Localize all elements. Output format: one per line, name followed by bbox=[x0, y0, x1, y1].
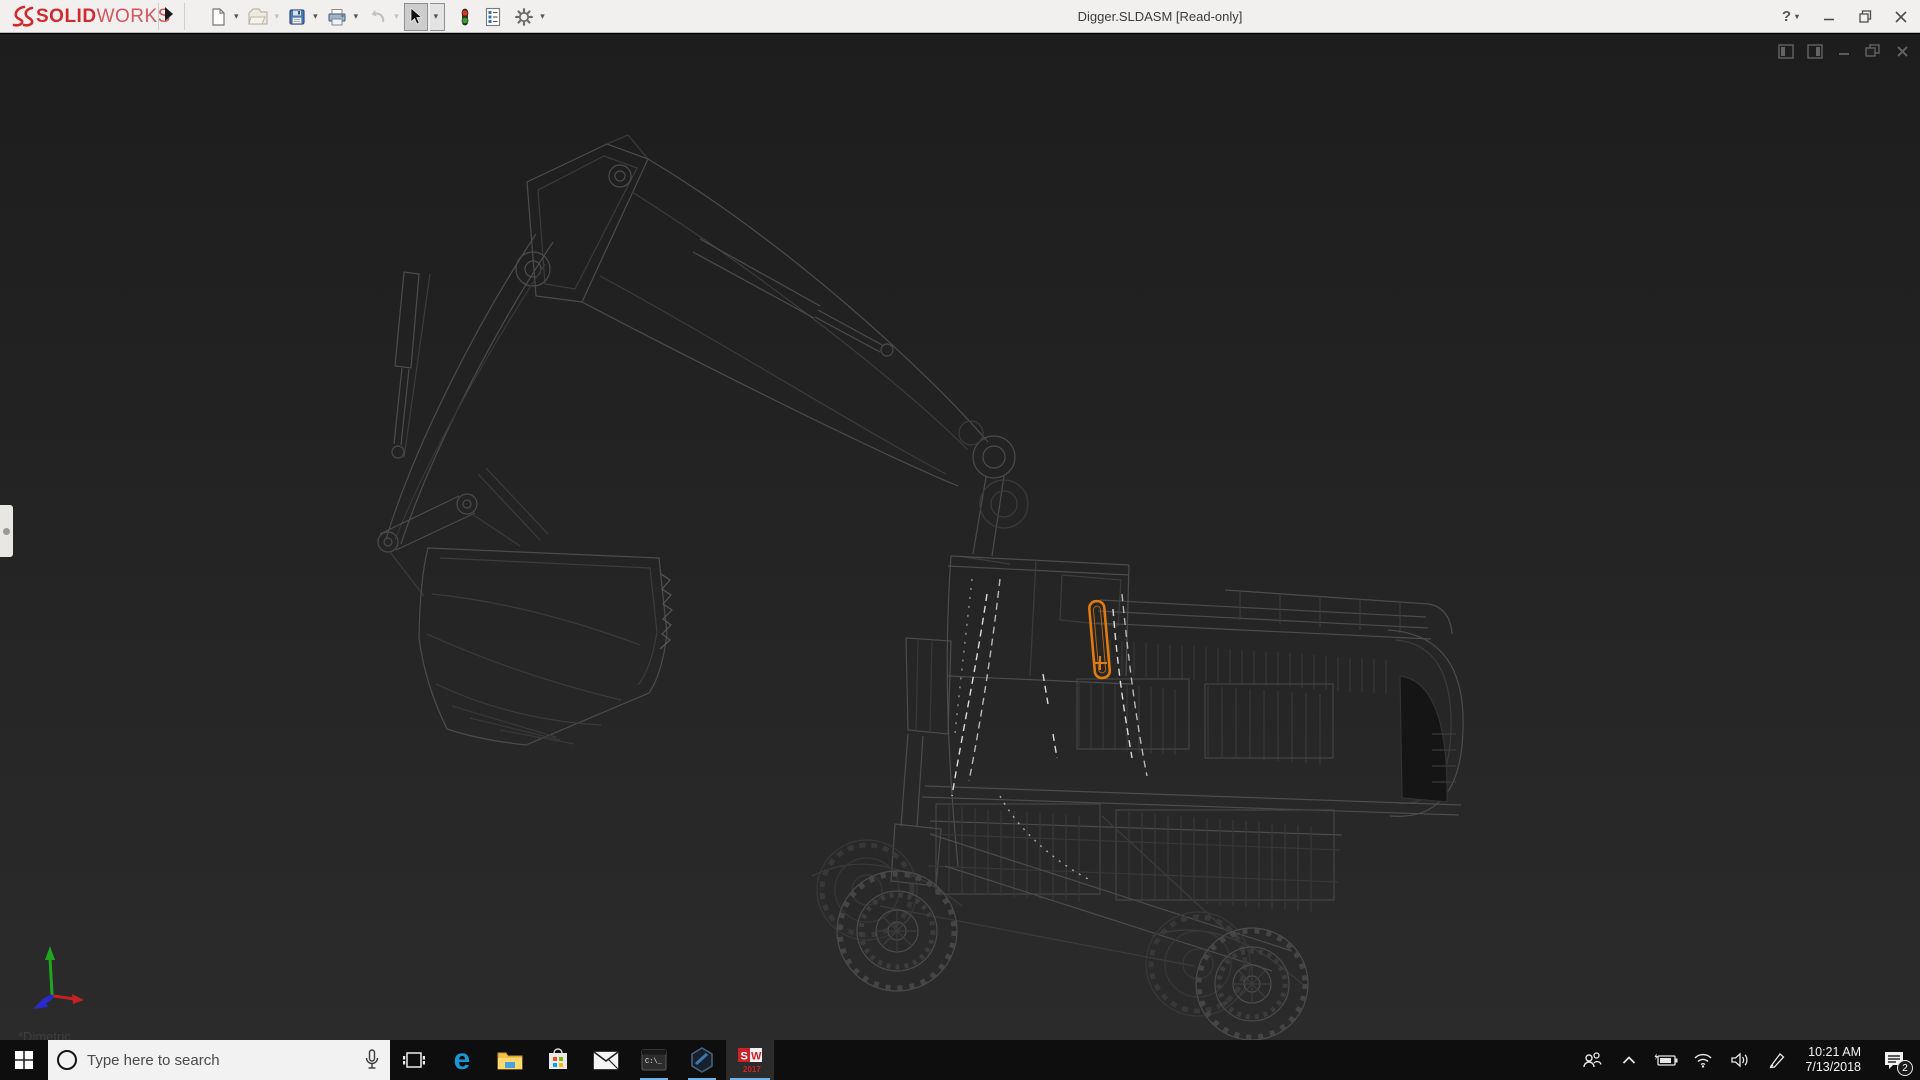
select-tool-dropdown[interactable]: ▾ bbox=[429, 2, 446, 31]
save-dropdown[interactable]: ▾ bbox=[312, 11, 321, 22]
wifi-icon bbox=[1694, 1053, 1712, 1068]
sw-year: 2017 bbox=[743, 1065, 761, 1074]
wireframe-digger-model[interactable] bbox=[0, 34, 1920, 1040]
gear-icon bbox=[515, 7, 534, 26]
notification-badge: 2 bbox=[1897, 1060, 1913, 1076]
volume-button[interactable] bbox=[1725, 1040, 1755, 1080]
print-dropdown[interactable]: ▾ bbox=[353, 11, 362, 22]
brand-works: WORKS bbox=[96, 5, 171, 27]
battery-charging-icon bbox=[1654, 1053, 1678, 1066]
file-explorer-button[interactable] bbox=[486, 1040, 534, 1080]
help-button[interactable]: ? ▾ bbox=[1778, 8, 1806, 25]
console-prompt-text: C:\_ bbox=[645, 1058, 663, 1066]
properties-list-icon bbox=[486, 7, 501, 26]
action-center-button[interactable]: 2 bbox=[1874, 1040, 1914, 1080]
system-tray: 10:21 AM 7/13/2018 2 bbox=[1577, 1040, 1920, 1080]
toolbar-expander-button[interactable] bbox=[163, 6, 177, 26]
hexagon-app-icon bbox=[691, 1047, 713, 1073]
microphone-icon[interactable] bbox=[364, 1049, 380, 1071]
edge-icon: e bbox=[453, 1043, 471, 1076]
chevron-down-icon: ▾ bbox=[1794, 12, 1799, 21]
pen-icon bbox=[1769, 1053, 1785, 1069]
titlebar: SOLID WORKS ▾ ▾ ▾ ▾ ▾ ▾ ▾ Digger.SLDASM … bbox=[0, 0, 1920, 33]
windows-taskbar: e C:\_ bbox=[0, 1040, 1920, 1080]
chevron-up-icon bbox=[1623, 1056, 1636, 1064]
mail-icon bbox=[593, 1050, 619, 1069]
hidden-icons-button[interactable] bbox=[1614, 1040, 1644, 1080]
select-tool-button[interactable] bbox=[403, 2, 428, 31]
task-view-button[interactable] bbox=[390, 1040, 438, 1080]
close-icon bbox=[1895, 10, 1907, 23]
traffic-light-icon bbox=[461, 8, 469, 25]
network-button[interactable] bbox=[1688, 1040, 1718, 1080]
close-button[interactable] bbox=[1888, 5, 1914, 29]
separator bbox=[184, 3, 185, 30]
open-folder-icon bbox=[247, 7, 268, 25]
windows-logo-icon bbox=[15, 1051, 33, 1069]
separator bbox=[158, 3, 159, 30]
y-axis-arrow bbox=[45, 946, 55, 960]
view-orientation-label: *Dimetric bbox=[18, 1029, 71, 1040]
window-controls: ? ▾ bbox=[1778, 0, 1914, 33]
open-button-disabled[interactable] bbox=[244, 3, 272, 31]
options-dropdown[interactable]: ▾ bbox=[539, 11, 548, 22]
rebuild-button[interactable] bbox=[455, 3, 475, 31]
command-prompt-button[interactable]: C:\_ bbox=[630, 1040, 678, 1080]
graphics-viewport[interactable]: *Dimetric bbox=[0, 34, 1920, 1040]
sw-letter-s: S bbox=[741, 1051, 748, 1063]
taskbar-search[interactable] bbox=[48, 1040, 390, 1080]
minimize-button[interactable] bbox=[1816, 5, 1842, 29]
print-button[interactable] bbox=[323, 3, 351, 31]
mail-button[interactable] bbox=[582, 1040, 630, 1080]
x-axis-arrow bbox=[72, 994, 84, 1004]
cortana-icon bbox=[57, 1050, 77, 1070]
print-icon bbox=[327, 8, 346, 25]
undo-arrow-icon bbox=[371, 9, 385, 22]
folder-icon bbox=[497, 1052, 523, 1070]
save-button[interactable] bbox=[284, 3, 310, 31]
sw-letter-w: W bbox=[751, 1051, 762, 1063]
start-button[interactable] bbox=[0, 1040, 48, 1080]
window-title: Digger.SLDASM [Read-only] bbox=[1077, 9, 1243, 24]
open-dropdown-disabled[interactable]: ▾ bbox=[274, 11, 283, 22]
console-icon: C:\_ bbox=[641, 1049, 667, 1071]
orientation-triad[interactable] bbox=[12, 906, 102, 1016]
help-label: ? bbox=[1781, 8, 1791, 25]
people-icon bbox=[1583, 1052, 1603, 1068]
new-document-icon bbox=[212, 7, 225, 26]
edge-button[interactable]: e bbox=[438, 1040, 486, 1080]
task-view-icon bbox=[403, 1052, 425, 1068]
quick-access-toolbar: ▾ ▾ ▾ ▾ ▾ ▾ ▾ bbox=[205, 0, 548, 33]
minimize-icon bbox=[1824, 18, 1834, 20]
brand-solid: SOLID bbox=[36, 5, 97, 27]
pen-button[interactable] bbox=[1762, 1040, 1792, 1080]
tray-time: 10:21 AM bbox=[1808, 1045, 1861, 1059]
undo-dropdown-disabled[interactable]: ▾ bbox=[393, 11, 402, 22]
tray-date: 7/13/2018 bbox=[1805, 1060, 1861, 1074]
solidworks-logo-mark bbox=[12, 5, 34, 27]
solidworks-app-button[interactable]: S W 2017 bbox=[726, 1040, 774, 1080]
people-button[interactable] bbox=[1577, 1040, 1607, 1080]
search-input[interactable] bbox=[87, 1051, 337, 1069]
solidworks-app-icon: S W 2017 bbox=[738, 1048, 762, 1074]
file-properties-button[interactable] bbox=[481, 3, 505, 31]
restore-button[interactable] bbox=[1852, 5, 1878, 29]
chevron-down-icon: ▾ bbox=[433, 11, 439, 21]
options-button[interactable] bbox=[511, 3, 537, 31]
play-arrow-icon bbox=[165, 7, 173, 21]
store-button[interactable] bbox=[534, 1040, 582, 1080]
undo-button-disabled[interactable] bbox=[363, 3, 391, 31]
cad-hexagon-button[interactable] bbox=[678, 1040, 726, 1080]
new-document-button[interactable] bbox=[205, 3, 231, 31]
save-floppy-icon bbox=[289, 8, 305, 25]
solidworks-logo: SOLID WORKS bbox=[10, 2, 171, 31]
clock[interactable]: 10:21 AM 7/13/2018 bbox=[1799, 1045, 1867, 1075]
restore-icon bbox=[1858, 10, 1871, 23]
highlighted-component[interactable] bbox=[1088, 599, 1112, 680]
new-dropdown[interactable]: ▾ bbox=[233, 11, 242, 22]
speaker-icon bbox=[1731, 1052, 1748, 1068]
store-icon bbox=[549, 1048, 567, 1069]
battery-button[interactable] bbox=[1651, 1040, 1681, 1080]
select-cursor-icon bbox=[410, 6, 423, 24]
